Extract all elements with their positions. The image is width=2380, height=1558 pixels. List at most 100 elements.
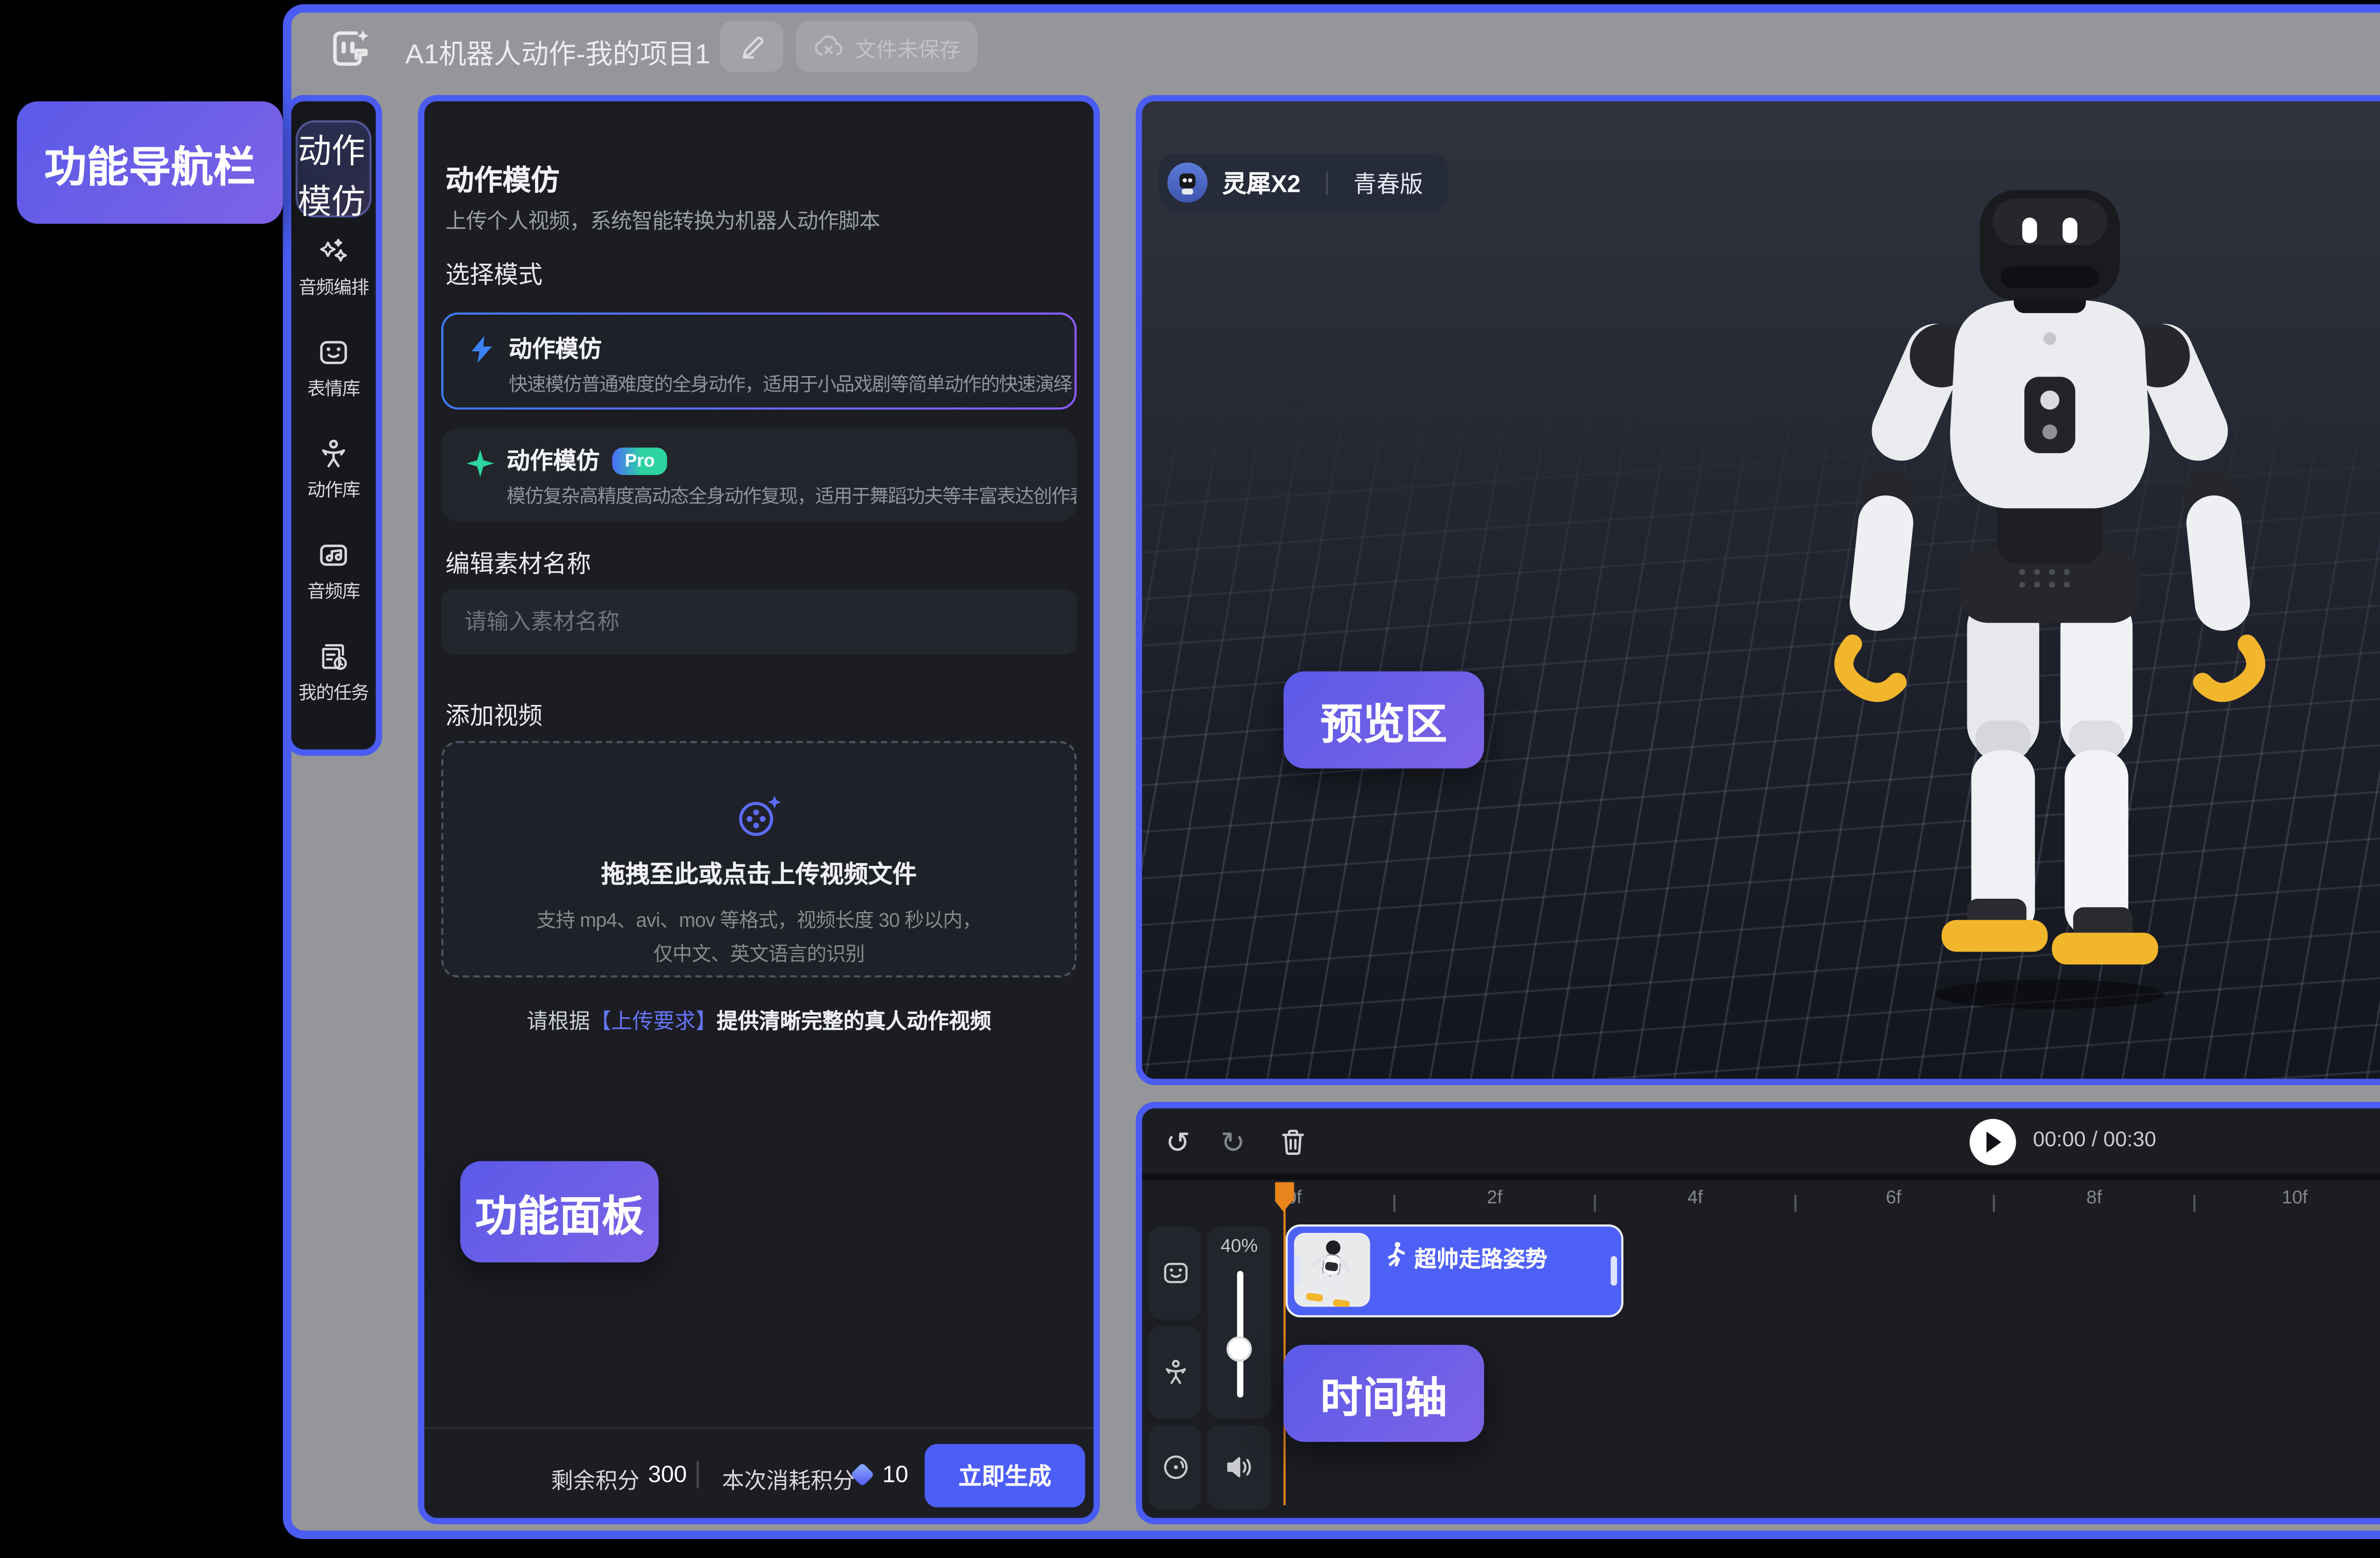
robot-avatar [1168, 162, 1208, 202]
function-panel: 动作模仿 上传个人视频，系统智能转换为机器人动作脚本 选择模式 动作模仿 快速模… [418, 95, 1100, 1524]
time-display: 00:00 / 00:30 [2033, 1130, 2156, 1153]
sidebar-item-label: 表情库 [307, 376, 359, 401]
timeline-ruler[interactable]: 0f 2f 4f 6f 8f 10f 12f 14f 16f [1142, 1180, 2380, 1222]
ruler-label: 8f [2063, 1186, 2126, 1207]
clip-thumbnail [1294, 1233, 1370, 1307]
speaker-icon [1224, 1455, 1254, 1480]
trash-icon [1278, 1127, 1306, 1157]
pro-badge: Pro [612, 447, 667, 475]
mode-card-pro[interactable]: 动作模仿 Pro 模仿复杂高精度高动态全身动作复现，适用于舞蹈功夫等丰富表达创作表… [441, 428, 1077, 521]
ruler-label: 10f [2263, 1186, 2326, 1207]
playhead[interactable] [1275, 1182, 1296, 1506]
person-icon [1160, 1358, 1190, 1387]
film-reel-sparkle-icon [734, 794, 784, 841]
clip-name: 超帅走路姿势 [1414, 1243, 1547, 1275]
volume-slider-track[interactable] [1236, 1271, 1242, 1398]
robot-model[interactable] [1822, 186, 2278, 1013]
play-icon [1984, 1131, 2001, 1152]
rename-button[interactable] [720, 21, 783, 71]
upload-hint-line1: 支持 mp4、avi、mov 等格式，视频长度 30 秒以内， [536, 903, 982, 933]
volume-control[interactable]: 40% [1208, 1227, 1271, 1419]
ruler-label: 4f [1664, 1186, 1727, 1207]
mode-name: 动作模仿 [506, 450, 599, 475]
cost-label: 本次消耗积分 [722, 1465, 855, 1497]
clip-trim-handle-right[interactable] [1610, 1256, 1616, 1286]
material-name-input[interactable] [441, 589, 1077, 654]
toolbar-divider [1142, 1174, 2380, 1180]
sidebar: 动作模仿 音频编排 表情库 动作库 音频库 我的任务 [285, 95, 382, 756]
motion-track-button[interactable] [1149, 1326, 1201, 1419]
model-name: 灵犀X2 [1222, 166, 1300, 199]
green-sparkle-icon [466, 450, 494, 477]
sidebar-item-expression-lib[interactable]: 表情库 [298, 336, 369, 428]
pencil-icon [738, 33, 765, 60]
save-status: 文件未保存 [796, 21, 977, 71]
delete-clip-button[interactable] [1269, 1119, 1315, 1166]
sidebar-item-label: 音频编排 [298, 275, 368, 300]
audio-card-icon [317, 538, 350, 572]
tasks-icon [317, 640, 350, 674]
upload-title: 拖拽至此或点击上传视频文件 [601, 857, 917, 891]
sidebar-item-motion-lib[interactable]: 动作库 [298, 437, 369, 530]
badge-divider: ｜ [1315, 166, 1339, 199]
audio-track-button[interactable] [1149, 1425, 1201, 1509]
volume-slider-thumb[interactable] [1227, 1336, 1252, 1361]
upload-requirements-link[interactable]: 【上传要求】 [590, 1011, 717, 1034]
mode-card-fast[interactable]: 动作模仿 快速模仿普通难度的全身动作，适用于小品戏剧等简单动作的快速演绎 [441, 312, 1077, 409]
ruler-label: 6f [1862, 1186, 1925, 1207]
note-prefix: 请根据 [527, 1011, 590, 1034]
mute-button[interactable] [1208, 1425, 1271, 1509]
credits-label: 剩余积分 [551, 1465, 640, 1497]
face-icon [1160, 1258, 1190, 1288]
undo-button[interactable]: ↺ [1155, 1117, 1201, 1167]
sparkles-icon [317, 234, 350, 268]
sidebar-item-my-tasks[interactable]: 我的任务 [298, 640, 369, 733]
redo-button[interactable]: ↻ [1210, 1117, 1256, 1167]
panel-title: 动作模仿 [446, 156, 559, 198]
expression-track-button[interactable] [1149, 1227, 1201, 1320]
ruler-tick [1594, 1195, 1596, 1211]
generate-button[interactable]: 立即生成 [925, 1444, 1085, 1508]
sidebar-item-label: 音频库 [307, 578, 359, 604]
app-logo-icon [327, 25, 374, 72]
sidebar-item-label: 动作模仿 [298, 121, 369, 223]
material-name-label: 编辑素材名称 [446, 547, 591, 581]
annotation-nav-label: 功能导航栏 [17, 101, 283, 224]
model-edition: 青春版 [1353, 166, 1423, 199]
mode-desc: 模仿复杂高精度高动态全身动作复现，适用于舞蹈功夫等丰富表达创作表演 [506, 481, 1076, 509]
sidebar-item-label: 我的任务 [298, 680, 368, 705]
annotation-timeline-label: 时间轴 [1283, 1345, 1484, 1442]
panel-footer-divider [424, 1427, 1093, 1429]
preview-viewport[interactable]: 灵犀X2 ｜ 青春版 预览区 Z Y [1136, 95, 2380, 1085]
panel-subtitle: 上传个人视频，系统智能转换为机器人动作脚本 [446, 203, 880, 235]
play-button[interactable] [1970, 1119, 2016, 1166]
mode-name: 动作模仿 [509, 331, 602, 365]
ruler-tick [1393, 1195, 1395, 1211]
person-icon [317, 437, 350, 471]
sidebar-item-audio-lib[interactable]: 音频库 [298, 538, 369, 631]
ruler-tick [1993, 1195, 1995, 1211]
annotated-screenshot: A1机器人动作-我的项目1 文件未保存 合成并保存 下发到设备 功能导航栏 动作… [0, 0, 2380, 1558]
ruler-tick [1795, 1195, 1796, 1211]
timeline-panel: ↺ ↻ 00:00 / 00:30 0f 2f 4f 6f 8f [1136, 1102, 2380, 1524]
ruler-label: 2f [1463, 1186, 1526, 1207]
credits-value: 300 [648, 1463, 687, 1488]
annotation-panel-label: 功能面板 [460, 1161, 659, 1262]
footer-divider-bar [697, 1461, 699, 1489]
annotation-preview-label: 预览区 [1283, 671, 1484, 768]
sidebar-item-audio-arrange[interactable]: 音频编排 [298, 234, 369, 327]
volume-value: 40% [1220, 1235, 1258, 1256]
ruler-tick [2193, 1195, 2195, 1211]
timeline-clip[interactable]: 超帅走路姿势 [1286, 1224, 1624, 1317]
note-suffix: 提供清晰完整的真人动作视频 [717, 1011, 992, 1034]
save-status-label: 文件未保存 [855, 30, 961, 62]
model-badge: 灵犀X2 ｜ 青春版 [1159, 154, 1448, 211]
cloud-x-icon [813, 34, 844, 59]
face-icon [317, 336, 350, 369]
sidebar-item-motion-imitation[interactable]: 动作模仿 [296, 120, 372, 218]
lightning-icon [471, 336, 494, 363]
runner-icon [1385, 1241, 1406, 1267]
sidebar-item-label: 动作库 [307, 477, 359, 502]
upload-hint-line2: 仅中文、英文语言的识别 [653, 937, 864, 967]
video-upload-dropzone[interactable]: 拖拽至此或点击上传视频文件 支持 mp4、avi、mov 等格式，视频长度 30… [441, 741, 1077, 978]
